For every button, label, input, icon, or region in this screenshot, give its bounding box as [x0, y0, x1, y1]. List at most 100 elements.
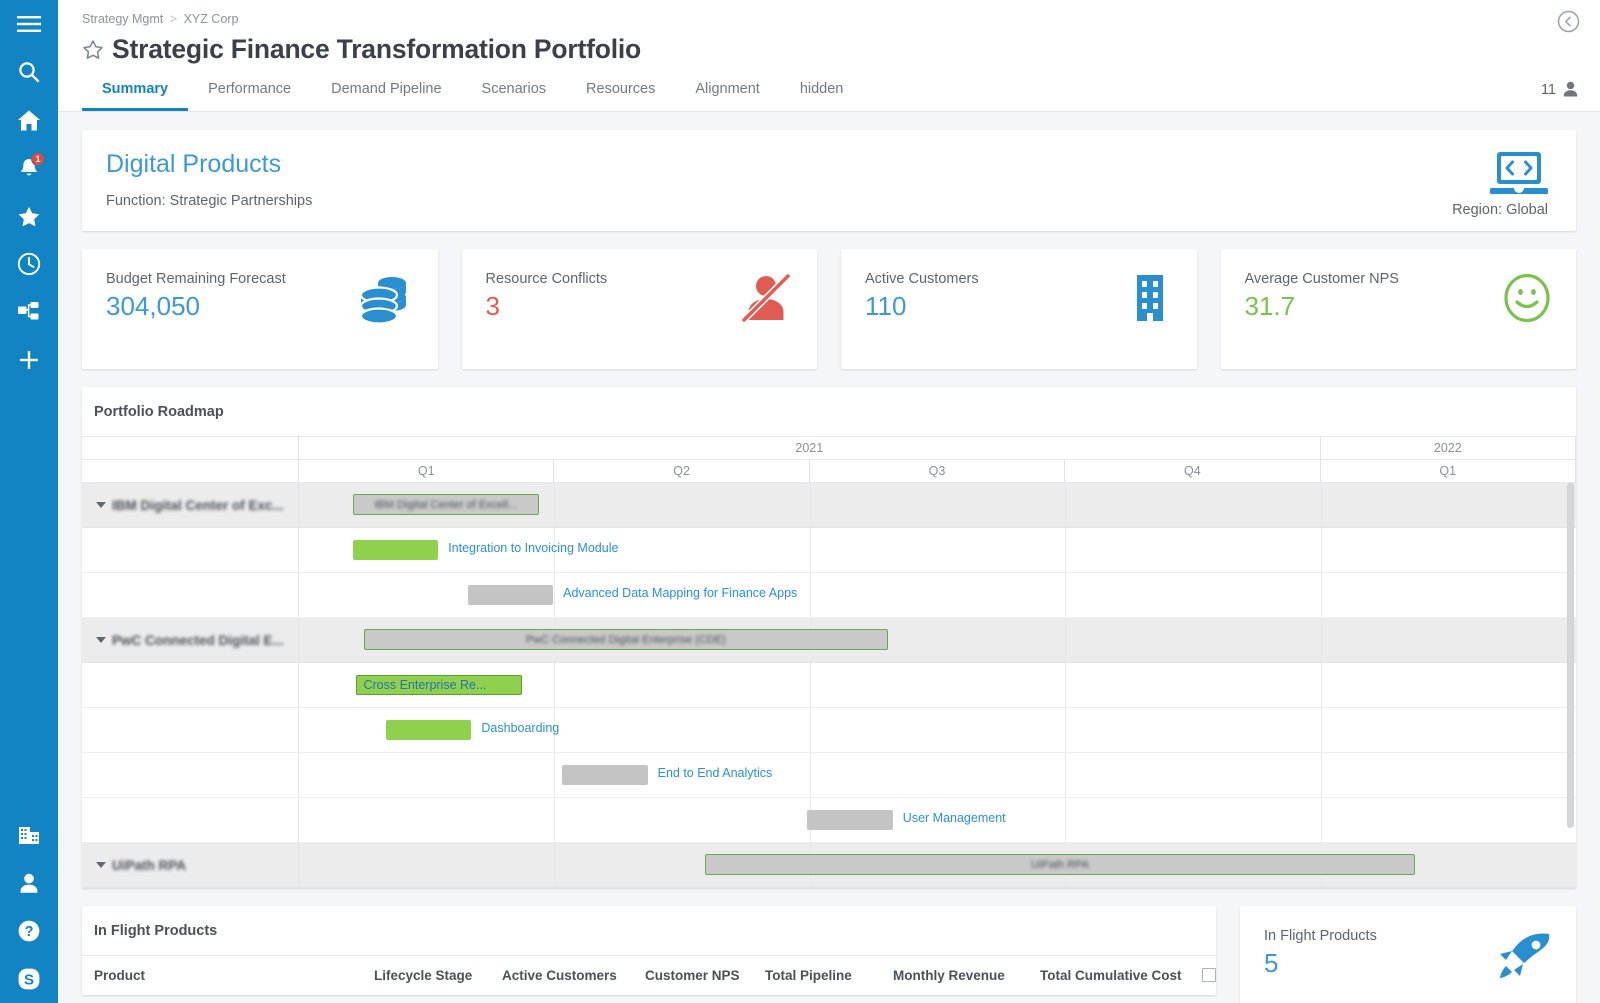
- bottom-section: In Flight Products Product Lifecycle Sta…: [82, 906, 1576, 1003]
- recent-clock-icon[interactable]: [0, 240, 58, 288]
- gantt-task-row[interactable]: Dashboarding: [82, 708, 1576, 753]
- gantt-task-row[interactable]: Integration to Invoicing Module: [82, 528, 1576, 573]
- column-header-customer-nps[interactable]: Customer NPS: [645, 968, 765, 985]
- gantt-bar[interactable]: [562, 765, 648, 785]
- column-header-total-pipeline[interactable]: Total Pipeline: [765, 968, 893, 985]
- gantt-group-name: PwC Connected Digital E...: [112, 632, 284, 648]
- kpi-label: Average Customer NPS: [1244, 271, 1399, 287]
- tab-resources[interactable]: Resources: [566, 75, 675, 111]
- tab-hidden[interactable]: hidden: [780, 75, 864, 111]
- gantt-gridline: [809, 483, 811, 527]
- gantt-gridline: [1320, 663, 1322, 707]
- kpi-row: Budget Remaining Forecast 304,050 Resour…: [82, 249, 1576, 369]
- tab-performance[interactable]: Performance: [188, 75, 311, 111]
- coins-stack-icon: [358, 273, 414, 330]
- gantt-bar-label: PwC Connected Digital Enterprise (CDE): [525, 633, 726, 646]
- gantt-task-row[interactable]: End to End Analytics: [82, 753, 1576, 798]
- hierarchy-icon[interactable]: [0, 288, 58, 336]
- tab-alignment[interactable]: Alignment: [675, 75, 779, 111]
- gantt-group-row[interactable]: UiPath RPA UiPath RPA: [82, 843, 1576, 888]
- gantt-gridline: [1320, 753, 1322, 797]
- favorites-star-icon[interactable]: [0, 192, 58, 240]
- gantt-row-label-cell: [82, 753, 299, 797]
- table-header-row: Product Lifecycle Stage Active Customers…: [82, 955, 1216, 995]
- title-row: Strategic Finance Transformation Portfol…: [82, 34, 1576, 75]
- kpi-in-flight-products[interactable]: In Flight Products 5: [1240, 906, 1576, 1003]
- column-header-product[interactable]: Product: [82, 968, 374, 985]
- gantt-task-label[interactable]: Integration to Invoicing Module: [448, 541, 618, 555]
- kpi-label: Budget Remaining Forecast: [106, 271, 286, 287]
- gantt-bar[interactable]: Cross Enterprise Re...: [356, 675, 523, 695]
- kpi-average-customer-nps[interactable]: Average Customer NPS 31.7: [1220, 249, 1576, 369]
- gantt-header: 2021 2022 Q1 Q2 Q3 Q4 Q1: [82, 437, 1576, 483]
- gantt-row-track[interactable]: End to End Analytics: [299, 753, 1576, 797]
- gantt-bar[interactable]: [807, 810, 893, 830]
- gantt-task-label[interactable]: Advanced Data Mapping for Finance Apps: [563, 586, 797, 600]
- chevron-down-icon[interactable]: [96, 637, 106, 643]
- gantt-scroll-thumb[interactable]: [1567, 483, 1574, 828]
- kpi-active-customers[interactable]: Active Customers 110: [841, 249, 1197, 369]
- gantt-task-label[interactable]: User Management: [903, 811, 1006, 825]
- breadcrumb-current[interactable]: XYZ Corp: [184, 12, 239, 26]
- app-logo-icon[interactable]: S: [0, 955, 58, 1003]
- gantt-bar[interactable]: [467, 585, 554, 605]
- gantt-task-row[interactable]: Advanced Data Mapping for Finance Apps: [82, 573, 1576, 618]
- tab-demand-pipeline[interactable]: Demand Pipeline: [311, 75, 461, 111]
- gantt-bar[interactable]: [352, 540, 439, 560]
- gantt-bar[interactable]: UiPath RPA: [705, 854, 1416, 875]
- gantt-row-track[interactable]: Cross Enterprise Re...: [299, 663, 1576, 707]
- gantt-bar[interactable]: [385, 720, 472, 740]
- gantt-body: IBM Digital Center of Exc... IBM Digital …: [82, 483, 1576, 888]
- menu-icon[interactable]: [0, 0, 58, 48]
- in-flight-products-title: In Flight Products: [94, 923, 218, 939]
- member-count[interactable]: 11: [1541, 80, 1580, 99]
- gantt-corner-cell: [82, 437, 299, 483]
- gantt-row-label-cell: IBM Digital Center of Exc...: [82, 483, 299, 527]
- gantt-row-track[interactable]: IBM Digital Center of Excell...: [299, 483, 1576, 527]
- gantt-row-track[interactable]: User Management: [299, 798, 1576, 842]
- gantt-row-track[interactable]: Advanced Data Mapping for Finance Apps: [299, 573, 1576, 617]
- kpi-value: 3: [485, 291, 500, 321]
- user-person-icon[interactable]: [0, 859, 58, 907]
- gantt-row-track[interactable]: Integration to Invoicing Module: [299, 528, 1576, 572]
- favorite-star-icon[interactable]: [82, 39, 104, 60]
- gantt-row-track[interactable]: UiPath RPA: [299, 843, 1576, 887]
- organization-building-icon[interactable]: [0, 811, 58, 859]
- kpi-budget-remaining-forecast[interactable]: Budget Remaining Forecast 304,050: [82, 249, 438, 369]
- gantt-task-label[interactable]: Dashboarding: [481, 721, 559, 735]
- gantt-bar[interactable]: PwC Connected Digital Enterprise (CDE): [364, 629, 888, 650]
- gantt-task-label[interactable]: End to End Analytics: [658, 766, 773, 780]
- breadcrumb-root[interactable]: Strategy Mgmt: [82, 12, 163, 26]
- main-area: Strategy Mgmt > XYZ Corp Strategic Finan…: [58, 0, 1600, 1003]
- column-header-lifecycle-stage[interactable]: Lifecycle Stage: [374, 968, 502, 985]
- gantt-task-row[interactable]: Cross Enterprise Re...: [82, 663, 1576, 708]
- gantt-bar[interactable]: IBM Digital Center of Excell...: [352, 494, 540, 515]
- chevron-down-icon[interactable]: [96, 502, 106, 508]
- gantt-task-row[interactable]: User Management: [82, 798, 1576, 843]
- column-header-total-cumulative-cost[interactable]: Total Cumulative Cost: [1040, 968, 1202, 985]
- tab-scenarios[interactable]: Scenarios: [462, 75, 566, 111]
- kpi-resource-conflicts[interactable]: Resource Conflicts 3: [461, 249, 817, 369]
- notifications-icon[interactable]: 1: [0, 144, 58, 192]
- gantt-group-row[interactable]: IBM Digital Center of Exc... IBM Digital …: [82, 483, 1576, 528]
- chevron-down-icon[interactable]: [96, 862, 106, 868]
- select-all-checkbox[interactable]: [1202, 968, 1216, 985]
- column-header-monthly-revenue[interactable]: Monthly Revenue: [893, 968, 1040, 985]
- gantt-quarter-2021-q4: Q4: [1065, 460, 1321, 483]
- tab-summary[interactable]: Summary: [82, 75, 189, 111]
- gantt-group-name: UiPath RPA: [112, 857, 187, 873]
- portfolio-name[interactable]: Digital Products: [106, 150, 1552, 179]
- help-question-icon[interactable]: ?: [0, 907, 58, 955]
- kpi-label: In Flight Products: [1264, 928, 1377, 944]
- collapse-panel-button[interactable]: [1557, 10, 1580, 33]
- search-icon[interactable]: [0, 48, 58, 96]
- column-header-active-customers[interactable]: Active Customers: [502, 968, 645, 985]
- add-plus-icon[interactable]: [0, 336, 58, 384]
- portfolio-hero-card: Digital Products Function: Strategic Par…: [82, 130, 1576, 231]
- home-icon[interactable]: [0, 96, 58, 144]
- gantt-row-track[interactable]: PwC Connected Digital Enterprise (CDE): [299, 618, 1576, 662]
- gantt-group-row[interactable]: PwC Connected Digital E... PwC Connected …: [82, 618, 1576, 663]
- notification-badge: 1: [31, 152, 45, 166]
- gantt-scrollbar[interactable]: [1567, 483, 1574, 875]
- gantt-row-track[interactable]: Dashboarding: [299, 708, 1576, 752]
